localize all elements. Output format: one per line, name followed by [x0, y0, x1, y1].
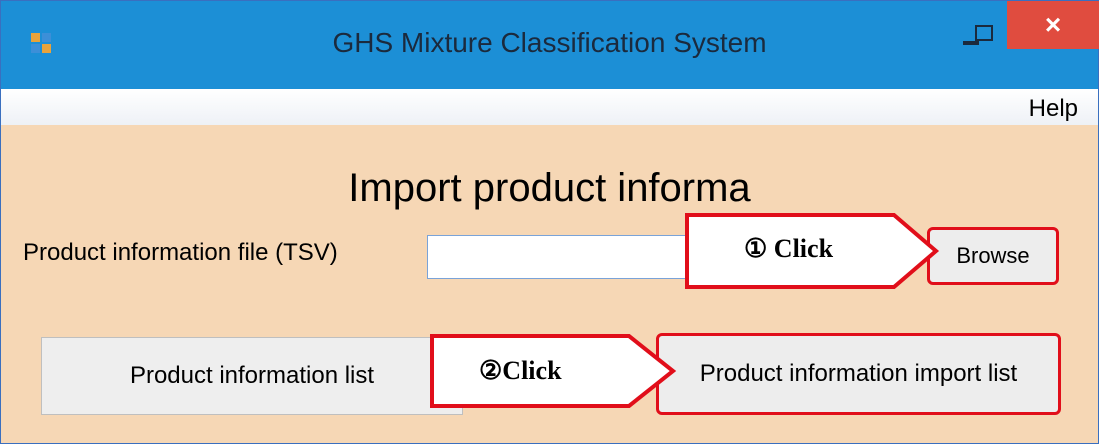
title-bar[interactable]: GHS Mixture Classification System ×: [1, 1, 1099, 89]
page-title: Import product informa: [348, 166, 751, 210]
browse-button[interactable]: Browse: [927, 227, 1059, 285]
close-icon[interactable]: ×: [1007, 1, 1099, 49]
menu-bar: Help: [1, 89, 1098, 125]
window-title: GHS Mixture Classification System: [332, 27, 767, 58]
menu-help[interactable]: Help: [1023, 93, 1084, 125]
app-window: GHS Mixture Classification System × Help…: [0, 0, 1099, 444]
step2-callout: ②Click: [429, 333, 677, 409]
product-list-button[interactable]: Product information list: [41, 337, 463, 415]
step2-callout-label: ②Click: [479, 356, 562, 385]
maximize-icon[interactable]: [975, 25, 993, 41]
file-field-label: Product information file (TSV): [23, 239, 338, 266]
step1-callout: ① Click: [684, 212, 940, 290]
product-import-list-button[interactable]: Product information import list: [656, 333, 1061, 415]
step1-callout-label: ① Click: [744, 234, 834, 263]
